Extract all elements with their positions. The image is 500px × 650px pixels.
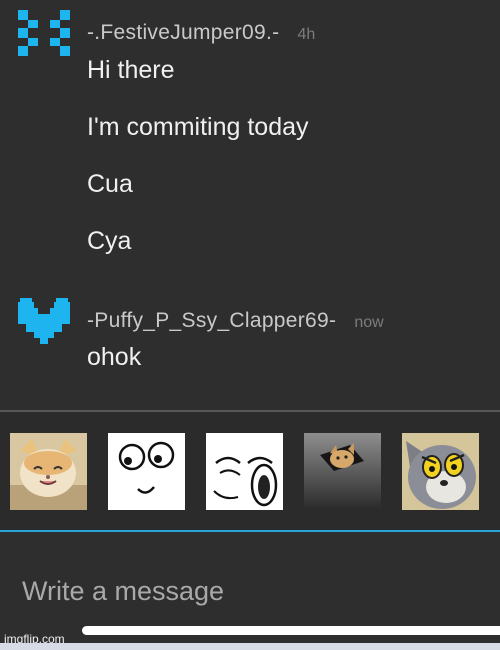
pixel-x-avatar-icon[interactable]	[18, 10, 70, 56]
message-text: Hi there	[87, 56, 175, 84]
bottom-strip	[0, 643, 500, 650]
pixel-heart-avatar-icon[interactable]	[18, 298, 70, 344]
lol-rage-face-sticker[interactable]	[206, 433, 283, 510]
username[interactable]: -.FestiveJumper09.-	[87, 21, 279, 44]
shocked-tom-cat-sticker[interactable]	[402, 433, 479, 510]
smiling-cat-sticker[interactable]	[10, 433, 87, 510]
ceiling-cat-sticker[interactable]	[304, 433, 381, 510]
derp-rage-face-sticker[interactable]	[108, 433, 185, 510]
message-text: Cua	[87, 170, 133, 198]
message-header: -Puffy_P_Ssy_Clapper69- now	[87, 309, 384, 333]
message-input[interactable]	[20, 570, 464, 612]
message-header: -.FestiveJumper09.- 4h	[87, 21, 315, 45]
message-group: -.FestiveJumper09.- 4h Hi there I'm commi…	[0, 0, 500, 290]
scrollbar[interactable]	[82, 626, 500, 635]
username[interactable]: -Puffy_P_Ssy_Clapper69-	[87, 309, 336, 332]
message-text: Cya	[87, 227, 132, 255]
sticker-tray	[0, 412, 500, 530]
timestamp: 4h	[297, 26, 316, 43]
message-group: -Puffy_P_Ssy_Clapper69- now ohok	[0, 290, 500, 410]
timestamp: now	[354, 314, 384, 331]
message-text: ohok	[87, 343, 142, 371]
message-text: I'm commiting today	[87, 113, 309, 141]
